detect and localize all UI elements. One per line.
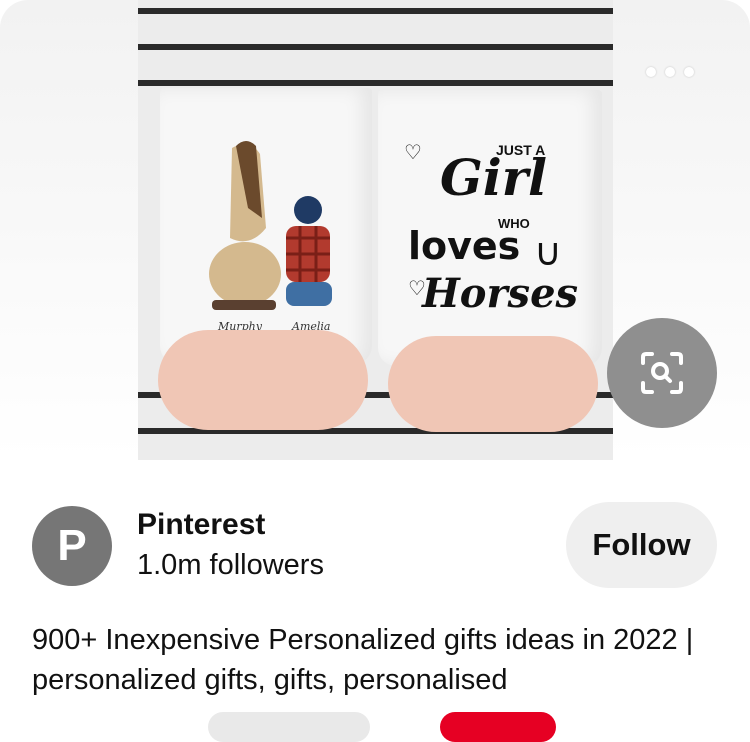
- visual-search-button[interactable]: [607, 318, 717, 428]
- visual-search-icon: [641, 352, 683, 394]
- mug-left-art: [209, 141, 332, 310]
- pin-image[interactable]: Murphy Amelia JUST A Girl WHO loves ∪ Ho…: [0, 0, 750, 460]
- more-options-icon: [665, 67, 675, 77]
- mug-text-line5: Horses: [422, 270, 579, 317]
- follower-count: 1.0m followers: [137, 549, 324, 581]
- creator-avatar[interactable]: P: [32, 506, 112, 586]
- more-options-button[interactable]: [646, 62, 694, 82]
- hand-left: [158, 330, 368, 430]
- follow-button[interactable]: Follow: [566, 502, 717, 588]
- secondary-action-button[interactable]: [208, 712, 370, 742]
- pin-photo: Murphy Amelia JUST A Girl WHO loves ∪ Ho…: [138, 0, 613, 460]
- mug-text-line2: Girl: [440, 148, 548, 207]
- board-title[interactable]: 900+ Inexpensive Personalized gifts idea…: [32, 620, 722, 700]
- mug-left: Murphy Amelia: [160, 88, 372, 364]
- creator-name[interactable]: Pinterest: [137, 508, 265, 542]
- shirt-stripe: [138, 44, 613, 50]
- save-button[interactable]: [440, 712, 556, 742]
- heart-icon: ♡: [404, 142, 422, 164]
- heart-icon: ♡: [408, 278, 426, 300]
- shirt-stripe: [138, 80, 613, 86]
- mug-right: JUST A Girl WHO loves ∪ Horses ♡ ♡: [378, 90, 602, 366]
- hand-right: [388, 336, 598, 432]
- mug-text-line4: loves: [408, 224, 521, 268]
- more-options-icon: [646, 67, 656, 77]
- more-options-icon: [684, 67, 694, 77]
- shirt-stripe: [138, 8, 613, 14]
- horseshoe-icon: ∪: [534, 232, 562, 274]
